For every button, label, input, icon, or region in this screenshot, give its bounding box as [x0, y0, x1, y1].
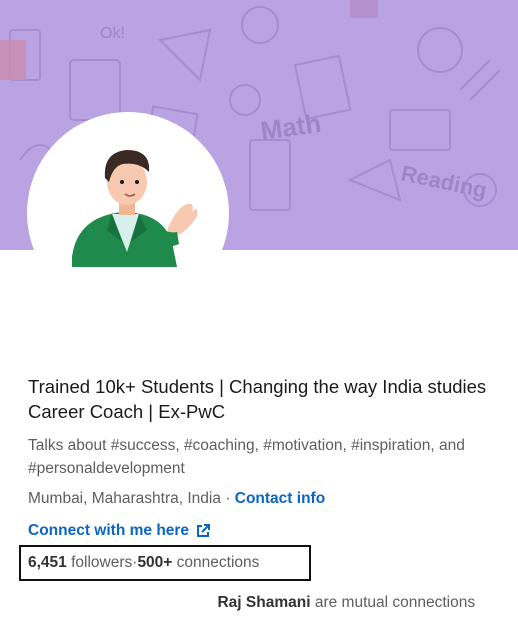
profile-headline: Trained 10k+ Students | Changing the way… — [28, 374, 508, 424]
external-link-icon — [197, 524, 211, 537]
contact-info-link[interactable]: Contact info — [235, 490, 325, 507]
location-text: Mumbai, Maharashtra, India — [28, 490, 221, 507]
followers-count: 6,451 — [28, 554, 67, 571]
coach-illustration — [72, 150, 198, 267]
profile-location-row: Mumbai, Maharashtra, India · Contact inf… — [28, 488, 508, 510]
network-stats: 6,451 followers · 500+ connections — [19, 545, 311, 581]
followers-label: followers — [66, 554, 133, 571]
connections-count: 500+ — [137, 554, 173, 571]
mutual-connections-suffix: are mutual connections — [310, 594, 476, 611]
location-separator: · — [220, 490, 235, 507]
website-link[interactable]: Connect with me here — [28, 520, 211, 542]
mutual-connection-name: Raj Shamani — [217, 594, 311, 611]
topics-line-1: Talks about #success, #coaching, #motiva… — [28, 437, 465, 454]
doodle-word-math: Math — [259, 108, 323, 146]
connections-link[interactable]: 500+ connections — [137, 554, 259, 572]
headline-line-2: Career Coach | Ex-PwC — [28, 401, 226, 422]
headline-line-1: Trained 10k+ Students | Changing the way… — [28, 376, 487, 397]
mutual-avatars-placeholder — [28, 594, 217, 611]
followers-link[interactable]: 6,451 followers — [28, 554, 132, 572]
profile-topics: Talks about #success, #coaching, #motiva… — [28, 434, 513, 480]
website-link-label: Connect with me here — [28, 522, 190, 539]
connections-label: connections — [172, 554, 260, 571]
doodle-word-reading: Reading — [399, 160, 489, 202]
profile-avatar[interactable] — [27, 112, 229, 314]
doodle-word-ok: Ok! — [100, 25, 125, 42]
mutual-connections[interactable]: Raj Shamani are mutual connections — [28, 592, 508, 614]
topics-line-2: #personaldevelopment — [28, 460, 185, 477]
